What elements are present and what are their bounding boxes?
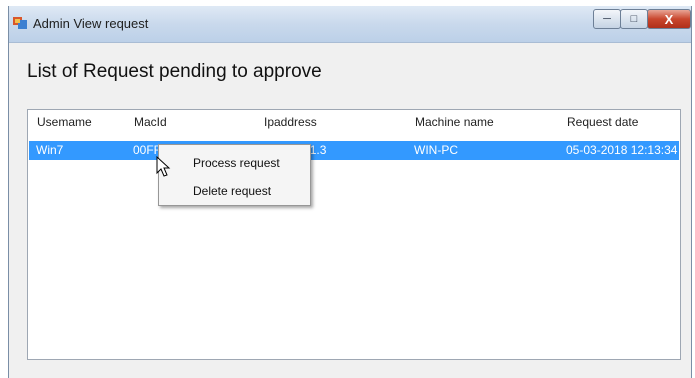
close-icon: X (664, 11, 674, 27)
cell-request-date: 05-03-2018 12:13:34 (566, 143, 678, 157)
menu-item-process-request[interactable]: Process request (193, 156, 280, 170)
menu-item-delete-request[interactable]: Delete request (193, 184, 271, 198)
admin-view-request-window: Admin View request ─ □ X List of Request… (8, 6, 692, 378)
maximize-button[interactable]: □ (620, 9, 648, 29)
column-header-username[interactable]: Usemame (37, 115, 92, 129)
cell-username: Win7 (36, 143, 64, 157)
context-menu: Process request Delete request (158, 144, 311, 206)
table-row[interactable]: Win7 00FF8A3682FF 192.168.1.3 WIN-PC 05-… (29, 141, 679, 160)
request-list-view[interactable]: Usemame MacId Ipaddress Machine name Req… (27, 109, 681, 360)
maximize-icon: □ (630, 13, 638, 25)
form-app-icon (13, 17, 27, 29)
column-header-macid[interactable]: MacId (134, 115, 167, 129)
window-title: Admin View request (33, 16, 149, 31)
close-button[interactable]: X (647, 9, 691, 29)
column-header-machine-name[interactable]: Machine name (415, 115, 494, 129)
cell-machine-name: WIN-PC (414, 143, 458, 157)
column-header-ipaddress[interactable]: Ipaddress (264, 115, 317, 129)
title-bar[interactable]: Admin View request ─ □ X (9, 6, 691, 43)
column-header-request-date[interactable]: Request date (567, 115, 638, 129)
page-heading: List of Request pending to approve (27, 61, 322, 82)
mouse-pointer-icon (156, 156, 171, 177)
minimize-icon: ─ (603, 13, 611, 25)
minimize-button[interactable]: ─ (593, 9, 621, 29)
